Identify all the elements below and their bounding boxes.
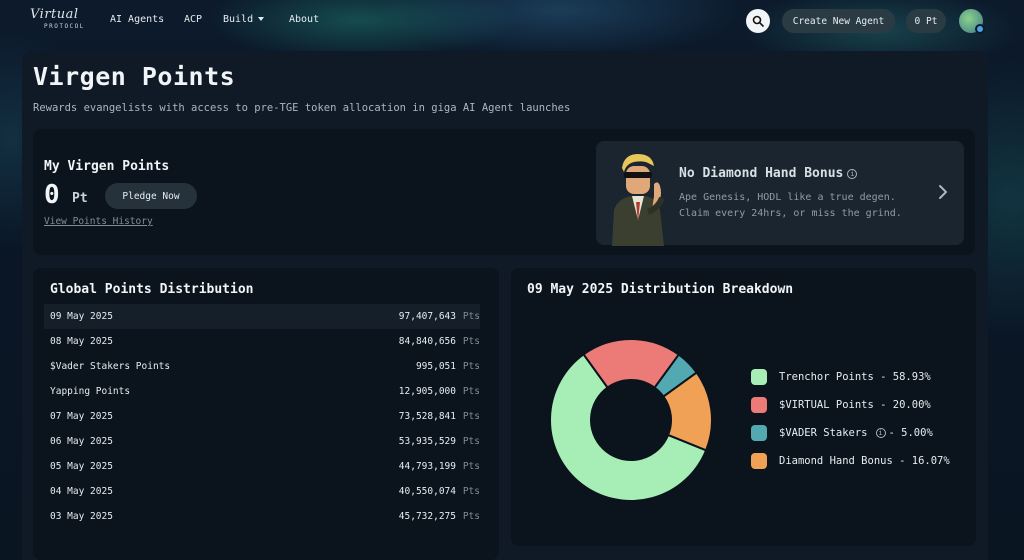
- table-row[interactable]: 03 May 2025 45,732,275 Pts: [44, 504, 480, 529]
- row-unit: Pts: [462, 436, 480, 447]
- breakdown-title: 09 May 2025 Distribution Breakdown: [527, 282, 794, 297]
- page-title: Virgen Points: [33, 62, 236, 91]
- table-row[interactable]: 08 May 2025 84,840,656 Pts: [44, 329, 480, 354]
- info-icon[interactable]: i: [847, 168, 858, 179]
- legend-swatch: [751, 453, 767, 469]
- row-unit: Pts: [462, 311, 480, 322]
- bonus-desc-line-2: Claim every 24hrs, or miss the grind.: [679, 208, 902, 219]
- row-unit: Pts: [462, 486, 480, 497]
- nav-link-acp[interactable]: ACP: [184, 14, 202, 25]
- row-unit: Pts: [462, 336, 480, 347]
- table-row[interactable]: $Vader Stakers Points 995,051 Pts: [44, 354, 480, 379]
- row-value: 84,840,656: [398, 336, 456, 347]
- nav-link-build[interactable]: Build: [223, 14, 265, 25]
- table-row[interactable]: 05 May 2025 44,793,199 Pts: [44, 454, 480, 479]
- distribution-donut-chart: [549, 338, 713, 502]
- search-icon: [752, 15, 764, 27]
- table-row[interactable]: 07 May 2025 73,528,841 Pts: [44, 404, 480, 429]
- row-label: 09 May 2025: [50, 311, 113, 322]
- top-nav: Virtual PROTOCOL AI Agents ACP Build Abo…: [0, 0, 1024, 44]
- legend-swatch: [751, 369, 767, 385]
- bonus-title: No Diamond Hand Bonus i: [679, 166, 858, 181]
- pledge-now-button[interactable]: Pledge Now: [105, 183, 197, 209]
- row-value: 12,905,000: [398, 386, 456, 397]
- legend-label: Diamond Hand Bonus - 16.07%: [779, 455, 950, 467]
- row-label: Yapping Points: [50, 386, 131, 397]
- search-button[interactable]: [746, 9, 770, 33]
- row-value: 995,051: [415, 361, 456, 372]
- row-value: 53,935,529: [398, 436, 456, 447]
- mascot-image: [612, 154, 665, 246]
- row-unit: Pts: [462, 386, 480, 397]
- nav-link-build-label: Build: [223, 14, 254, 25]
- legend-item: $VADER Stakers i - 5.00%: [751, 425, 933, 441]
- row-value: 73,528,841: [398, 411, 456, 422]
- chevron-right-icon[interactable]: [936, 182, 950, 202]
- legend-label: $VADER Stakers: [779, 427, 868, 439]
- legend-label: Trenchor Points - 58.93%: [779, 371, 931, 383]
- chevron-down-icon: [258, 17, 265, 21]
- row-label: $Vader Stakers Points: [50, 361, 171, 372]
- global-distribution-title: Global Points Distribution: [50, 282, 254, 297]
- nav-link-about[interactable]: About: [289, 14, 319, 25]
- row-unit: Pts: [462, 461, 480, 472]
- logo-script: Virtual: [30, 7, 79, 22]
- legend-item: Trenchor Points - 58.93%: [751, 369, 931, 385]
- view-points-history-link[interactable]: View Points History: [44, 216, 153, 227]
- legend-swatch: [751, 397, 767, 413]
- table-row[interactable]: 09 May 2025 97,407,643 Pts: [44, 304, 480, 329]
- row-unit: Pts: [462, 411, 480, 422]
- row-value: 97,407,643: [398, 311, 456, 322]
- bonus-title-text: No Diamond Hand Bonus: [679, 166, 844, 181]
- avatar-badge-icon: [975, 24, 985, 34]
- legend-item: Diamond Hand Bonus - 16.07%: [751, 453, 950, 469]
- my-points-unit: Pt: [72, 191, 88, 206]
- create-agent-button[interactable]: Create New Agent: [782, 9, 895, 33]
- row-label: 07 May 2025: [50, 411, 113, 422]
- logo[interactable]: Virtual PROTOCOL: [30, 8, 92, 34]
- legend-label: $VIRTUAL Points - 20.00%: [779, 399, 931, 411]
- row-label: 04 May 2025: [50, 486, 113, 497]
- row-label: 08 May 2025: [50, 336, 113, 347]
- row-label: 05 May 2025: [50, 461, 113, 472]
- row-unit: Pts: [462, 361, 480, 372]
- avatar[interactable]: [959, 9, 985, 34]
- row-unit: Pts: [462, 511, 480, 522]
- row-label: 06 May 2025: [50, 436, 113, 447]
- legend-item: $VIRTUAL Points - 20.00%: [751, 397, 931, 413]
- nav-link-ai-agents[interactable]: AI Agents: [110, 14, 164, 25]
- bonus-desc-line-1: Ape Genesis, HODL like a true degen.: [679, 192, 896, 203]
- legend-suffix: - 5.00%: [888, 427, 933, 439]
- my-points-title: My Virgen Points: [44, 159, 170, 174]
- table-row[interactable]: 06 May 2025 53,935,529 Pts: [44, 429, 480, 454]
- row-value: 44,793,199: [398, 461, 456, 472]
- row-label: 03 May 2025: [50, 511, 113, 522]
- page-subtitle: Rewards evangelists with access to pre-T…: [33, 102, 571, 114]
- points-balance-button[interactable]: 0 Pt: [906, 9, 946, 33]
- row-value: 45,732,275: [398, 511, 456, 522]
- table-row[interactable]: Yapping Points 12,905,000 Pts: [44, 379, 480, 404]
- table-row[interactable]: 04 May 2025 40,550,074 Pts: [44, 479, 480, 504]
- logo-sub: PROTOCOL: [44, 23, 85, 30]
- legend-swatch: [751, 425, 767, 441]
- info-icon[interactable]: i: [875, 428, 886, 438]
- my-points-value: 0: [44, 180, 60, 210]
- row-value: 40,550,074: [398, 486, 456, 497]
